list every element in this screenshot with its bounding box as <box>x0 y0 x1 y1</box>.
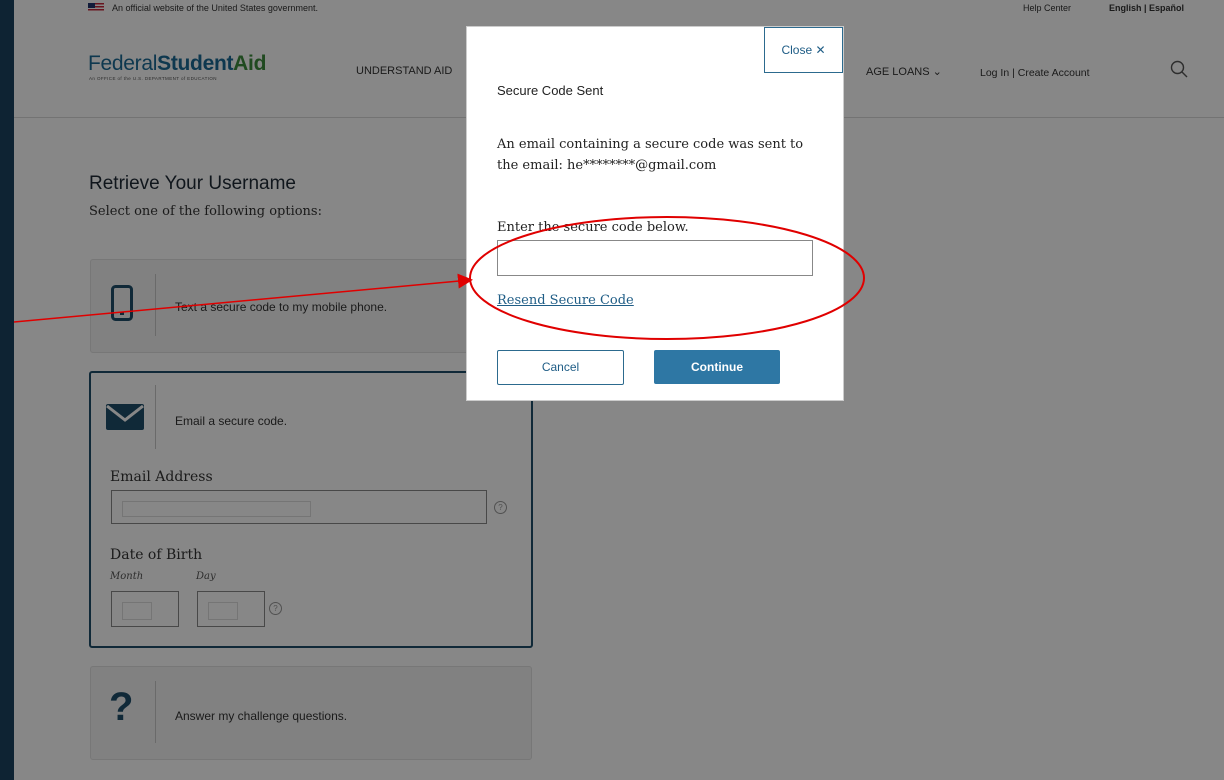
close-button[interactable]: Close ✕ <box>764 27 843 73</box>
code-instruction: Enter the secure code below. <box>497 220 689 235</box>
resend-code-link[interactable]: Resend Secure Code <box>497 293 634 308</box>
secure-code-dialog: Close ✕ Secure Code Sent An email contai… <box>466 26 844 401</box>
cancel-button[interactable]: Cancel <box>497 350 624 385</box>
secure-code-input[interactable] <box>497 240 813 276</box>
dialog-title: Secure Code Sent <box>497 83 604 98</box>
continue-button[interactable]: Continue <box>654 350 780 384</box>
dialog-message: An email containing a secure code was se… <box>497 137 804 173</box>
